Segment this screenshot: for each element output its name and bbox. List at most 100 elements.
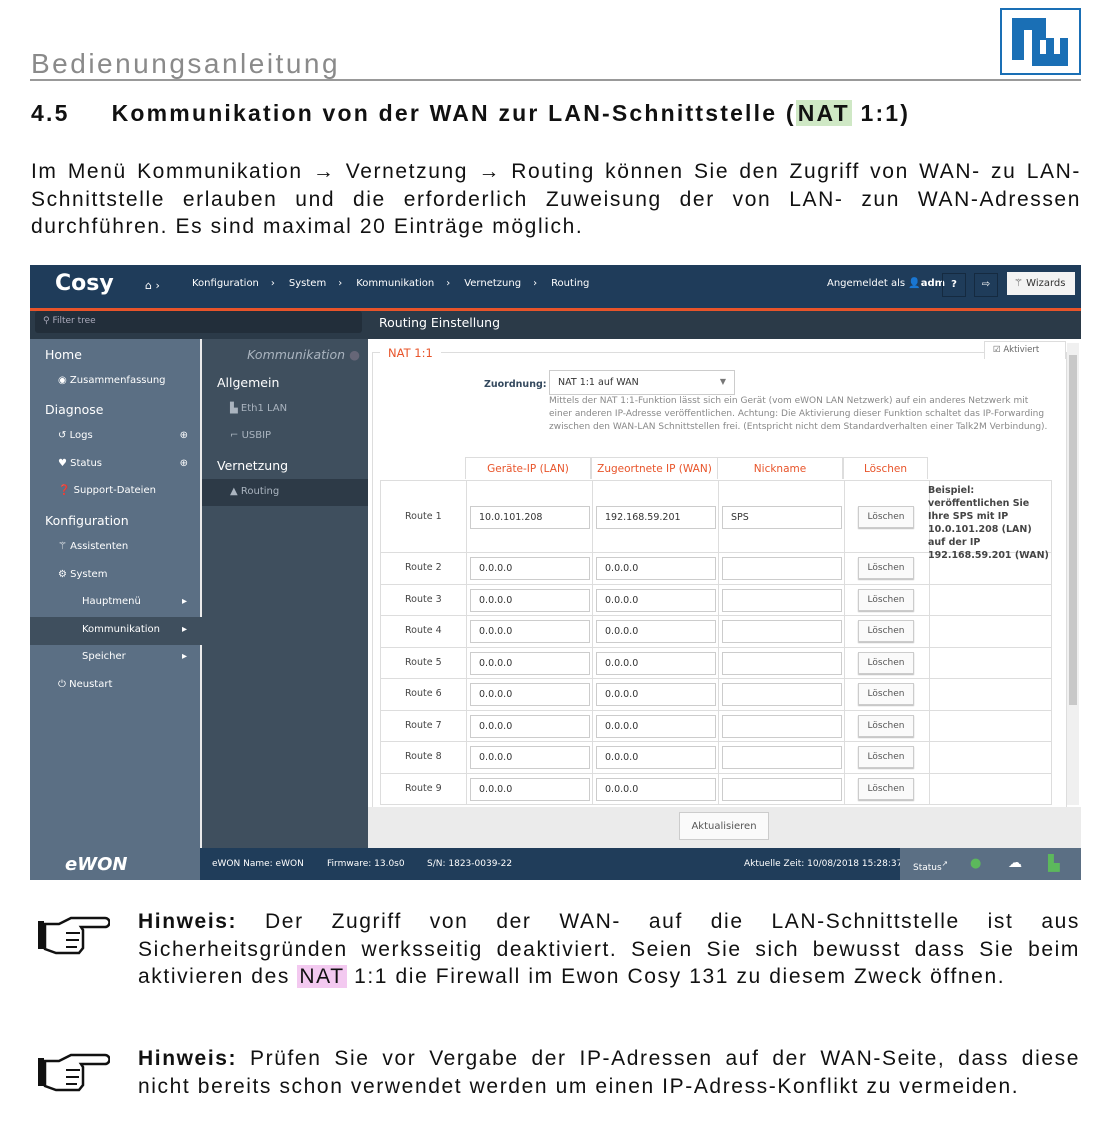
expand-icon[interactable]: ⊕ bbox=[180, 430, 188, 441]
delete-button[interactable]: Löschen bbox=[858, 620, 914, 643]
filter-tree-input[interactable]: ⚲ Filter tree bbox=[35, 311, 362, 333]
subnav-item-usbip[interactable]: ⌐ USBIP bbox=[230, 430, 271, 441]
sidebar-konfiguration[interactable]: Konfiguration bbox=[45, 513, 129, 528]
sidebar-item-zusammenfassung[interactable]: ◉ Zusammenfassung bbox=[58, 375, 166, 386]
wizards-button[interactable]: ⚚ Wizards bbox=[1007, 272, 1075, 295]
nick-ip-input[interactable] bbox=[722, 620, 842, 644]
sidebar-diagnose[interactable]: Diagnose bbox=[45, 402, 103, 417]
delete-button[interactable]: Löschen bbox=[858, 777, 914, 800]
cloud-icon[interactable]: ☁ bbox=[1008, 855, 1022, 871]
table-row: Route 6 0.0.0.0 0.0.0.0 Löschen bbox=[380, 679, 1052, 711]
wan-ip-input[interactable]: 0.0.0.0 bbox=[596, 557, 716, 581]
user-icon: 👤 bbox=[908, 278, 921, 289]
route-label: Route 3 bbox=[405, 593, 442, 605]
sidebar-item-kommunikation[interactable]: Kommunikation ▸ bbox=[82, 624, 187, 635]
sidebar-home[interactable]: Home bbox=[45, 347, 82, 362]
route-label: Route 5 bbox=[405, 656, 442, 668]
lan-ip-input[interactable]: 0.0.0.0 bbox=[470, 620, 590, 644]
delete-button[interactable]: Löschen bbox=[858, 506, 914, 528]
nick-ip-input[interactable]: SPS bbox=[722, 506, 842, 529]
close-icon[interactable]: ● bbox=[349, 347, 360, 362]
breadcrumb-item[interactable]: Vernetzung bbox=[464, 278, 521, 289]
sidebar-item-speicher[interactable]: Speicher ▸ bbox=[82, 651, 187, 662]
wan-ip-input[interactable]: 0.0.0.0 bbox=[596, 777, 716, 801]
aktualisieren-button[interactable]: Aktualisieren bbox=[679, 812, 769, 840]
breadcrumb-item[interactable]: Konfiguration bbox=[192, 278, 259, 289]
sidebar-item-neustart[interactable]: ⏻ Neustart bbox=[58, 679, 112, 690]
nick-ip-input[interactable] bbox=[722, 714, 842, 738]
delete-button[interactable]: Löschen bbox=[858, 588, 914, 611]
expand-icon[interactable]: ⊕ bbox=[180, 458, 188, 469]
logout-button[interactable]: ⇨ bbox=[974, 273, 998, 297]
subnav-item-routing[interactable]: ▲ Routing bbox=[230, 486, 279, 497]
delete-button[interactable]: Löschen bbox=[858, 651, 914, 674]
lan-ip-input[interactable]: 0.0.0.0 bbox=[470, 588, 590, 612]
gears-icon: ⚙ bbox=[58, 569, 67, 580]
nick-ip-input[interactable] bbox=[722, 777, 842, 801]
lan-ip-input[interactable]: 0.0.0.0 bbox=[470, 651, 590, 675]
wan-ip-input[interactable]: 0.0.0.0 bbox=[596, 620, 716, 644]
wan-ip-input[interactable]: 0.0.0.0 bbox=[596, 683, 716, 707]
delete-button[interactable]: Löschen bbox=[858, 714, 914, 737]
cell-divider bbox=[844, 584, 845, 615]
lan-ip-input[interactable]: 10.0.101.208 bbox=[470, 506, 590, 529]
serial-number: S/N: 1823-0039-22 bbox=[427, 859, 513, 869]
cell-divider bbox=[844, 553, 845, 584]
wan-ip-input[interactable]: 0.0.0.0 bbox=[596, 746, 716, 770]
section-heading: 4.5 Kommunikation von der WAN zur LAN-Sch… bbox=[31, 100, 910, 127]
sidebar-item-assistenten[interactable]: ⚚ Assistenten bbox=[58, 541, 128, 552]
scrollbar[interactable] bbox=[1067, 343, 1079, 805]
sidebar-item-support[interactable]: ❓ Support-Dateien bbox=[58, 485, 156, 496]
subnav-allgemein[interactable]: Allgemein bbox=[217, 375, 279, 390]
nick-ip-input[interactable] bbox=[722, 557, 842, 581]
nick-ip-input[interactable] bbox=[722, 683, 842, 707]
delete-button[interactable]: Löschen bbox=[858, 746, 914, 769]
nick-ip-input[interactable] bbox=[722, 651, 842, 675]
delete-button[interactable]: Löschen bbox=[858, 557, 914, 580]
section-number: 4.5 bbox=[31, 100, 70, 126]
sidebar-item-hauptmenu[interactable]: Hauptmenü ▸ bbox=[82, 596, 187, 607]
breadcrumb-item[interactable]: System bbox=[289, 278, 326, 289]
wan-ip-input[interactable]: 0.0.0.0 bbox=[596, 714, 716, 738]
nick-ip-input[interactable] bbox=[722, 588, 842, 612]
zuordnung-select[interactable]: NAT 1:1 auf WAN ▼ bbox=[549, 370, 735, 395]
subnav-vernetzung[interactable]: Vernetzung bbox=[217, 458, 288, 473]
cell-divider bbox=[929, 710, 930, 741]
nick-ip-input[interactable] bbox=[722, 746, 842, 770]
sidebar-item-system[interactable]: ⚙ System bbox=[58, 569, 107, 580]
status-link[interactable]: Status↗ bbox=[913, 859, 948, 873]
sidebar-item-logs[interactable]: ↺ Logs ⊕ bbox=[58, 430, 188, 441]
lan-ip-input[interactable]: 0.0.0.0 bbox=[470, 683, 590, 707]
wand-icon: ⚚ bbox=[1014, 278, 1023, 289]
subnav-item-eth1[interactable]: ▙ Eth1 LAN bbox=[230, 403, 287, 414]
cell-divider bbox=[592, 553, 593, 584]
factory-icon: ▙ bbox=[230, 403, 238, 414]
aktiviert-checkbox[interactable]: ☑ Aktiviert bbox=[984, 341, 1066, 359]
sidebar-item-status[interactable]: ♥ Status ⊕ bbox=[58, 458, 188, 469]
factory-icon[interactable]: ▙ bbox=[1048, 854, 1060, 872]
active-row bbox=[202, 479, 368, 506]
lan-ip-input[interactable]: 0.0.0.0 bbox=[470, 746, 590, 770]
home-icon[interactable]: ⌂ › bbox=[145, 279, 160, 292]
wan-ip-input[interactable]: 0.0.0.0 bbox=[596, 588, 716, 612]
cell-divider bbox=[592, 647, 593, 678]
breadcrumb-item[interactable]: Kommunikation bbox=[356, 278, 434, 289]
cell-divider bbox=[844, 679, 845, 710]
cell-divider bbox=[718, 710, 719, 741]
lan-ip-input[interactable]: 0.0.0.0 bbox=[470, 557, 590, 581]
lan-ip-input[interactable]: 0.0.0.0 bbox=[470, 714, 590, 738]
header-divider bbox=[30, 79, 1081, 81]
help-button[interactable]: ? bbox=[942, 273, 966, 297]
wan-ip-input[interactable]: 192.168.59.201 bbox=[596, 506, 716, 529]
delete-button[interactable]: Löschen bbox=[858, 683, 914, 706]
route-label: Route 6 bbox=[405, 688, 442, 700]
caret-right-icon: ▸ bbox=[181, 624, 187, 635]
dashboard-icon: ◉ bbox=[58, 375, 67, 386]
column-header: Zugeortnete IP (WAN) bbox=[591, 457, 718, 479]
globe-icon[interactable]: ● bbox=[970, 856, 981, 871]
lan-ip-input[interactable]: 0.0.0.0 bbox=[470, 777, 590, 801]
cell-divider bbox=[592, 584, 593, 615]
wan-ip-input[interactable]: 0.0.0.0 bbox=[596, 651, 716, 675]
cell-divider bbox=[592, 710, 593, 741]
breadcrumb-item[interactable]: Routing bbox=[551, 278, 589, 289]
